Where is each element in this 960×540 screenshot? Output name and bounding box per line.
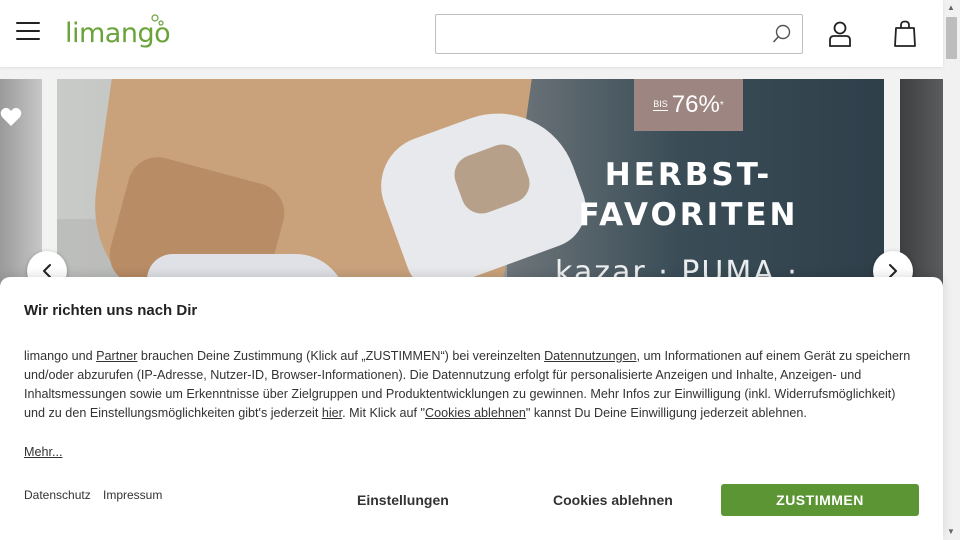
hier-link[interactable]: hier	[322, 406, 342, 420]
datennutzungen-link[interactable]: Datennutzungen	[544, 349, 636, 363]
imprint-link[interactable]: Impressum	[103, 488, 162, 502]
banner-headline: HERBST- FAVORITEN	[565, 155, 812, 235]
headline-line-1: HERBST-	[604, 157, 773, 193]
cookie-consent-dialog: Wir richten uns nach Dir limango und Par…	[0, 277, 943, 540]
accept-button[interactable]: ZUSTIMMEN	[721, 484, 919, 516]
more-link[interactable]: Mehr...	[24, 445, 63, 459]
search-input[interactable]	[436, 15, 756, 53]
consent-text-part: limango und	[24, 349, 97, 363]
discount-badge: BIS 76% *	[634, 79, 743, 131]
consent-text-part: brauchen Deine Zustimmung (Klick auf „ZU…	[137, 349, 545, 363]
logo[interactable]: limango	[65, 14, 171, 54]
badge-prefix: BIS	[653, 98, 668, 111]
partner-link[interactable]: Partner	[96, 349, 137, 363]
scroll-up-icon[interactable]: ▲	[947, 3, 955, 12]
account-icon[interactable]	[828, 21, 852, 47]
badge-suffix: *	[719, 99, 724, 111]
headline-line-2: FAVORITEN	[578, 197, 799, 233]
badge-value: 76%	[671, 91, 720, 118]
reject-cookies-button[interactable]: Cookies ablehnen	[553, 492, 673, 508]
consent-text-part: " kannst Du Deine Einwilligung jederzeit…	[525, 406, 807, 420]
consent-text: limango und Partner brauchen Deine Zusti…	[24, 347, 914, 423]
scrollbar[interactable]: ▲ ▼	[943, 0, 960, 540]
heart-icon	[0, 107, 22, 126]
shopping-bag-icon[interactable]	[893, 20, 917, 48]
scrollbar-thumb[interactable]	[946, 17, 957, 59]
privacy-link[interactable]: Datenschutz	[24, 488, 91, 502]
cookies-ablehnen-link[interactable]: Cookies ablehnen	[425, 406, 526, 420]
consent-text-part: . Mit Klick auf "	[342, 406, 426, 420]
page: limango BIS 76% * HERBST- FAVORITEN kaza…	[0, 0, 960, 540]
logo-bubbles-icon	[151, 14, 164, 26]
settings-button[interactable]: Einstellungen	[357, 492, 449, 508]
menu-icon[interactable]	[16, 22, 40, 42]
search-box	[435, 14, 803, 54]
search-icon[interactable]	[772, 24, 792, 44]
scroll-down-icon[interactable]: ▼	[947, 527, 955, 536]
site-header: limango	[0, 0, 943, 67]
consent-title: Wir richten uns nach Dir	[24, 302, 198, 319]
